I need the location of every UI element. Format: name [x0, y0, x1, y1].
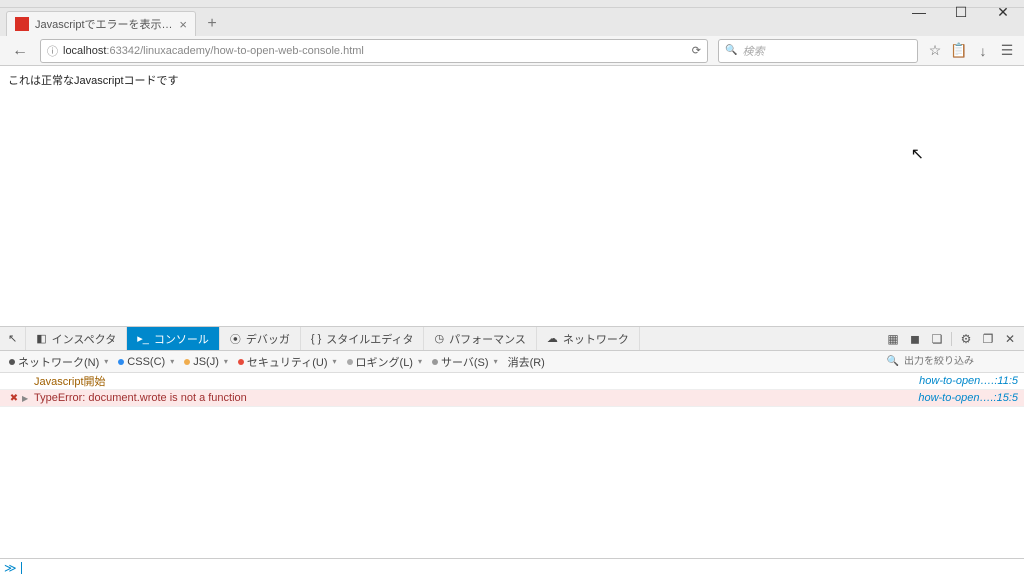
console-messages: Javascript開始 how-to-open….:11:5 ✖ ▶ Type… — [0, 373, 1024, 558]
perf-icon: ◷ — [434, 332, 444, 345]
console-log-row[interactable]: Javascript開始 how-to-open….:11:5 — [0, 373, 1024, 390]
devtools-tab-right: ▦ ◼ ❏ ⚙ ❐ ✕ — [885, 327, 1024, 350]
expand-arrow-icon[interactable]: ▶ — [22, 394, 34, 403]
tab-network[interactable]: ☁ ネットワーク — [537, 327, 640, 350]
favicon-icon — [15, 17, 29, 31]
tab-console[interactable]: ▸_ コンソール — [127, 327, 220, 350]
element-picker-button[interactable]: ↖ — [0, 327, 26, 350]
network-icon: ☁ — [547, 332, 558, 345]
browser-toolbar: ← ⓘ localhost:63342/linuxacademy/how-to-… — [0, 36, 1024, 66]
inspector-icon: ◧ — [36, 332, 46, 345]
url-bar[interactable]: ⓘ localhost:63342/linuxacademy/how-to-op… — [40, 39, 708, 63]
filter-search-icon: 🔍 — [887, 356, 899, 367]
tab-performance[interactable]: ◷ パフォーマンス — [424, 327, 536, 350]
picker-icon: ↖ — [8, 332, 17, 345]
clear-console-button[interactable]: 消去(R) — [503, 352, 550, 372]
tab-console-label: コンソール — [154, 331, 209, 347]
settings-button[interactable]: ⚙ — [958, 331, 974, 347]
tab-inspector[interactable]: ◧ インスペクタ — [26, 327, 127, 350]
url-text: localhost:63342/linuxacademy/how-to-open… — [63, 45, 692, 57]
error-message-text: TypeError: document.wrote is not a funct… — [34, 392, 918, 404]
console-input-row[interactable]: ≫ — [0, 558, 1024, 576]
tab-style-label: スタイルエディタ — [326, 331, 413, 347]
tab-close-button[interactable]: × — [179, 17, 187, 32]
info-icon[interactable]: ⓘ — [47, 43, 58, 59]
console-filter-bar: ネットワーク(N)▾ CSS(C)▾ JS(J)▾ セキュリティ(U)▾ ロギン… — [0, 351, 1024, 373]
log-message-text: Javascript開始 — [34, 373, 919, 389]
devtools-close-button[interactable]: ✕ — [1002, 331, 1018, 347]
search-bar[interactable]: 🔍 検索 — [718, 39, 918, 63]
filter-security-button[interactable]: セキュリティ(U)▾ — [233, 352, 342, 372]
mouse-cursor-icon: ↖ — [911, 144, 924, 164]
window-minimize-button[interactable]: — — [898, 0, 940, 24]
filter-server-button[interactable]: サーバ(S)▾ — [427, 352, 503, 372]
dock-button[interactable]: ❏ — [929, 331, 945, 347]
filter-css-button[interactable]: CSS(C)▾ — [113, 352, 179, 372]
tab-inspector-label: インスペクタ — [52, 331, 117, 347]
tab-debugger[interactable]: ⦿ デバッガ — [220, 327, 301, 350]
window-close-button[interactable]: ✕ — [982, 0, 1024, 24]
window-titlebar — [0, 0, 1024, 8]
filter-input[interactable] — [904, 356, 1014, 367]
console-error-row[interactable]: ✖ ▶ TypeError: document.wrote is not a f… — [0, 390, 1024, 407]
search-icon: 🔍 — [725, 45, 737, 56]
browser-tab[interactable]: Javascriptでエラーを表示する... × — [6, 11, 196, 36]
console-icon: ▸_ — [137, 332, 149, 345]
menu-button[interactable]: ☰ — [996, 38, 1018, 64]
debugger-icon: ⦿ — [230, 331, 241, 347]
tab-strip: Javascriptでエラーを表示する... × + — [0, 8, 1024, 36]
tab-network-label: ネットワーク — [563, 331, 629, 347]
search-placeholder: 検索 — [742, 43, 764, 59]
window-maximize-button[interactable]: ☐ — [940, 0, 982, 24]
filter-js-button[interactable]: JS(J)▾ — [179, 352, 233, 372]
devtools-tab-bar: ↖ ◧ インスペクタ ▸_ コンソール ⦿ デバッガ { } スタイルエディタ … — [0, 327, 1024, 351]
bookmark-star-button[interactable]: ☆ — [924, 38, 946, 64]
reload-button[interactable]: ⟳ — [692, 44, 701, 57]
filter-logging-button[interactable]: ロギング(L)▾ — [342, 352, 427, 372]
responsive-mode-button[interactable]: ▦ — [885, 331, 901, 347]
screenshot-button[interactable]: ◼ — [907, 331, 923, 347]
downloads-button[interactable]: ↓ — [972, 38, 994, 64]
popout-button[interactable]: ❐ — [980, 331, 996, 347]
devtools-panel: ↖ ◧ インスペクタ ▸_ コンソール ⦿ デバッガ { } スタイルエディタ … — [0, 326, 1024, 576]
new-tab-button[interactable]: + — [200, 12, 224, 36]
library-button[interactable]: 📋 — [948, 38, 970, 64]
tab-perf-label: パフォーマンス — [449, 331, 526, 347]
error-source-link[interactable]: how-to-open….:15:5 — [918, 392, 1018, 404]
tab-title: Javascriptでエラーを表示する... — [35, 16, 173, 32]
window-controls: — ☐ ✕ — [898, 0, 1024, 24]
prompt-icon: ≫ — [4, 561, 17, 575]
input-caret — [21, 562, 22, 574]
filter-network-button[interactable]: ネットワーク(N)▾ — [4, 352, 113, 372]
back-button[interactable]: ← — [6, 38, 34, 64]
page-body-text: これは正常なJavascriptコードです — [8, 75, 179, 87]
error-icon: ✖ — [6, 393, 22, 404]
page-content: これは正常なJavascriptコードです ↖ — [0, 66, 1024, 326]
tab-style-editor[interactable]: { } スタイルエディタ — [301, 327, 425, 350]
tab-debugger-label: デバッガ — [246, 331, 290, 347]
log-source-link[interactable]: how-to-open….:11:5 — [919, 375, 1018, 387]
style-icon: { } — [311, 333, 321, 345]
